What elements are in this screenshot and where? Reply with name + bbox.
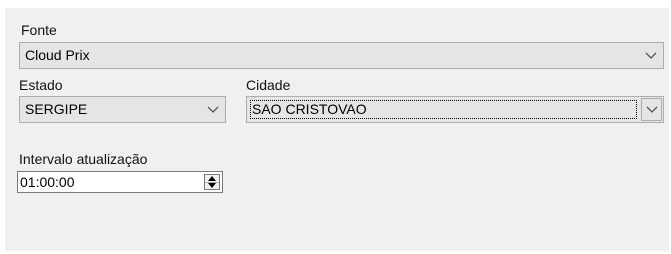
settings-panel: Fonte Cloud Prix Estado SERGIPE Cidade S… bbox=[5, 8, 669, 251]
spin-buttons[interactable] bbox=[204, 174, 220, 190]
spin-up-icon[interactable] bbox=[205, 175, 219, 183]
chevron-down-icon[interactable] bbox=[203, 97, 223, 122]
cidade-value: SAO CRISTOVAO bbox=[252, 101, 367, 117]
cidade-combobox[interactable]: SAO CRISTOVAO bbox=[246, 96, 664, 123]
estado-value: SERGIPE bbox=[25, 101, 88, 117]
chevron-down-icon[interactable] bbox=[641, 98, 662, 121]
spin-down-icon[interactable] bbox=[205, 183, 219, 190]
chevron-down-icon[interactable] bbox=[641, 43, 661, 68]
intervalo-spinbox[interactable] bbox=[17, 171, 223, 193]
intervalo-label: Intervalo atualização bbox=[19, 151, 148, 167]
fonte-combobox[interactable]: Cloud Prix bbox=[19, 42, 664, 69]
estado-label: Estado bbox=[19, 77, 63, 93]
intervalo-input[interactable] bbox=[20, 173, 190, 191]
cidade-label: Cidade bbox=[246, 77, 291, 93]
fonte-label: Fonte bbox=[21, 22, 57, 38]
fonte-value: Cloud Prix bbox=[25, 47, 90, 63]
estado-combobox[interactable]: SERGIPE bbox=[19, 96, 226, 123]
